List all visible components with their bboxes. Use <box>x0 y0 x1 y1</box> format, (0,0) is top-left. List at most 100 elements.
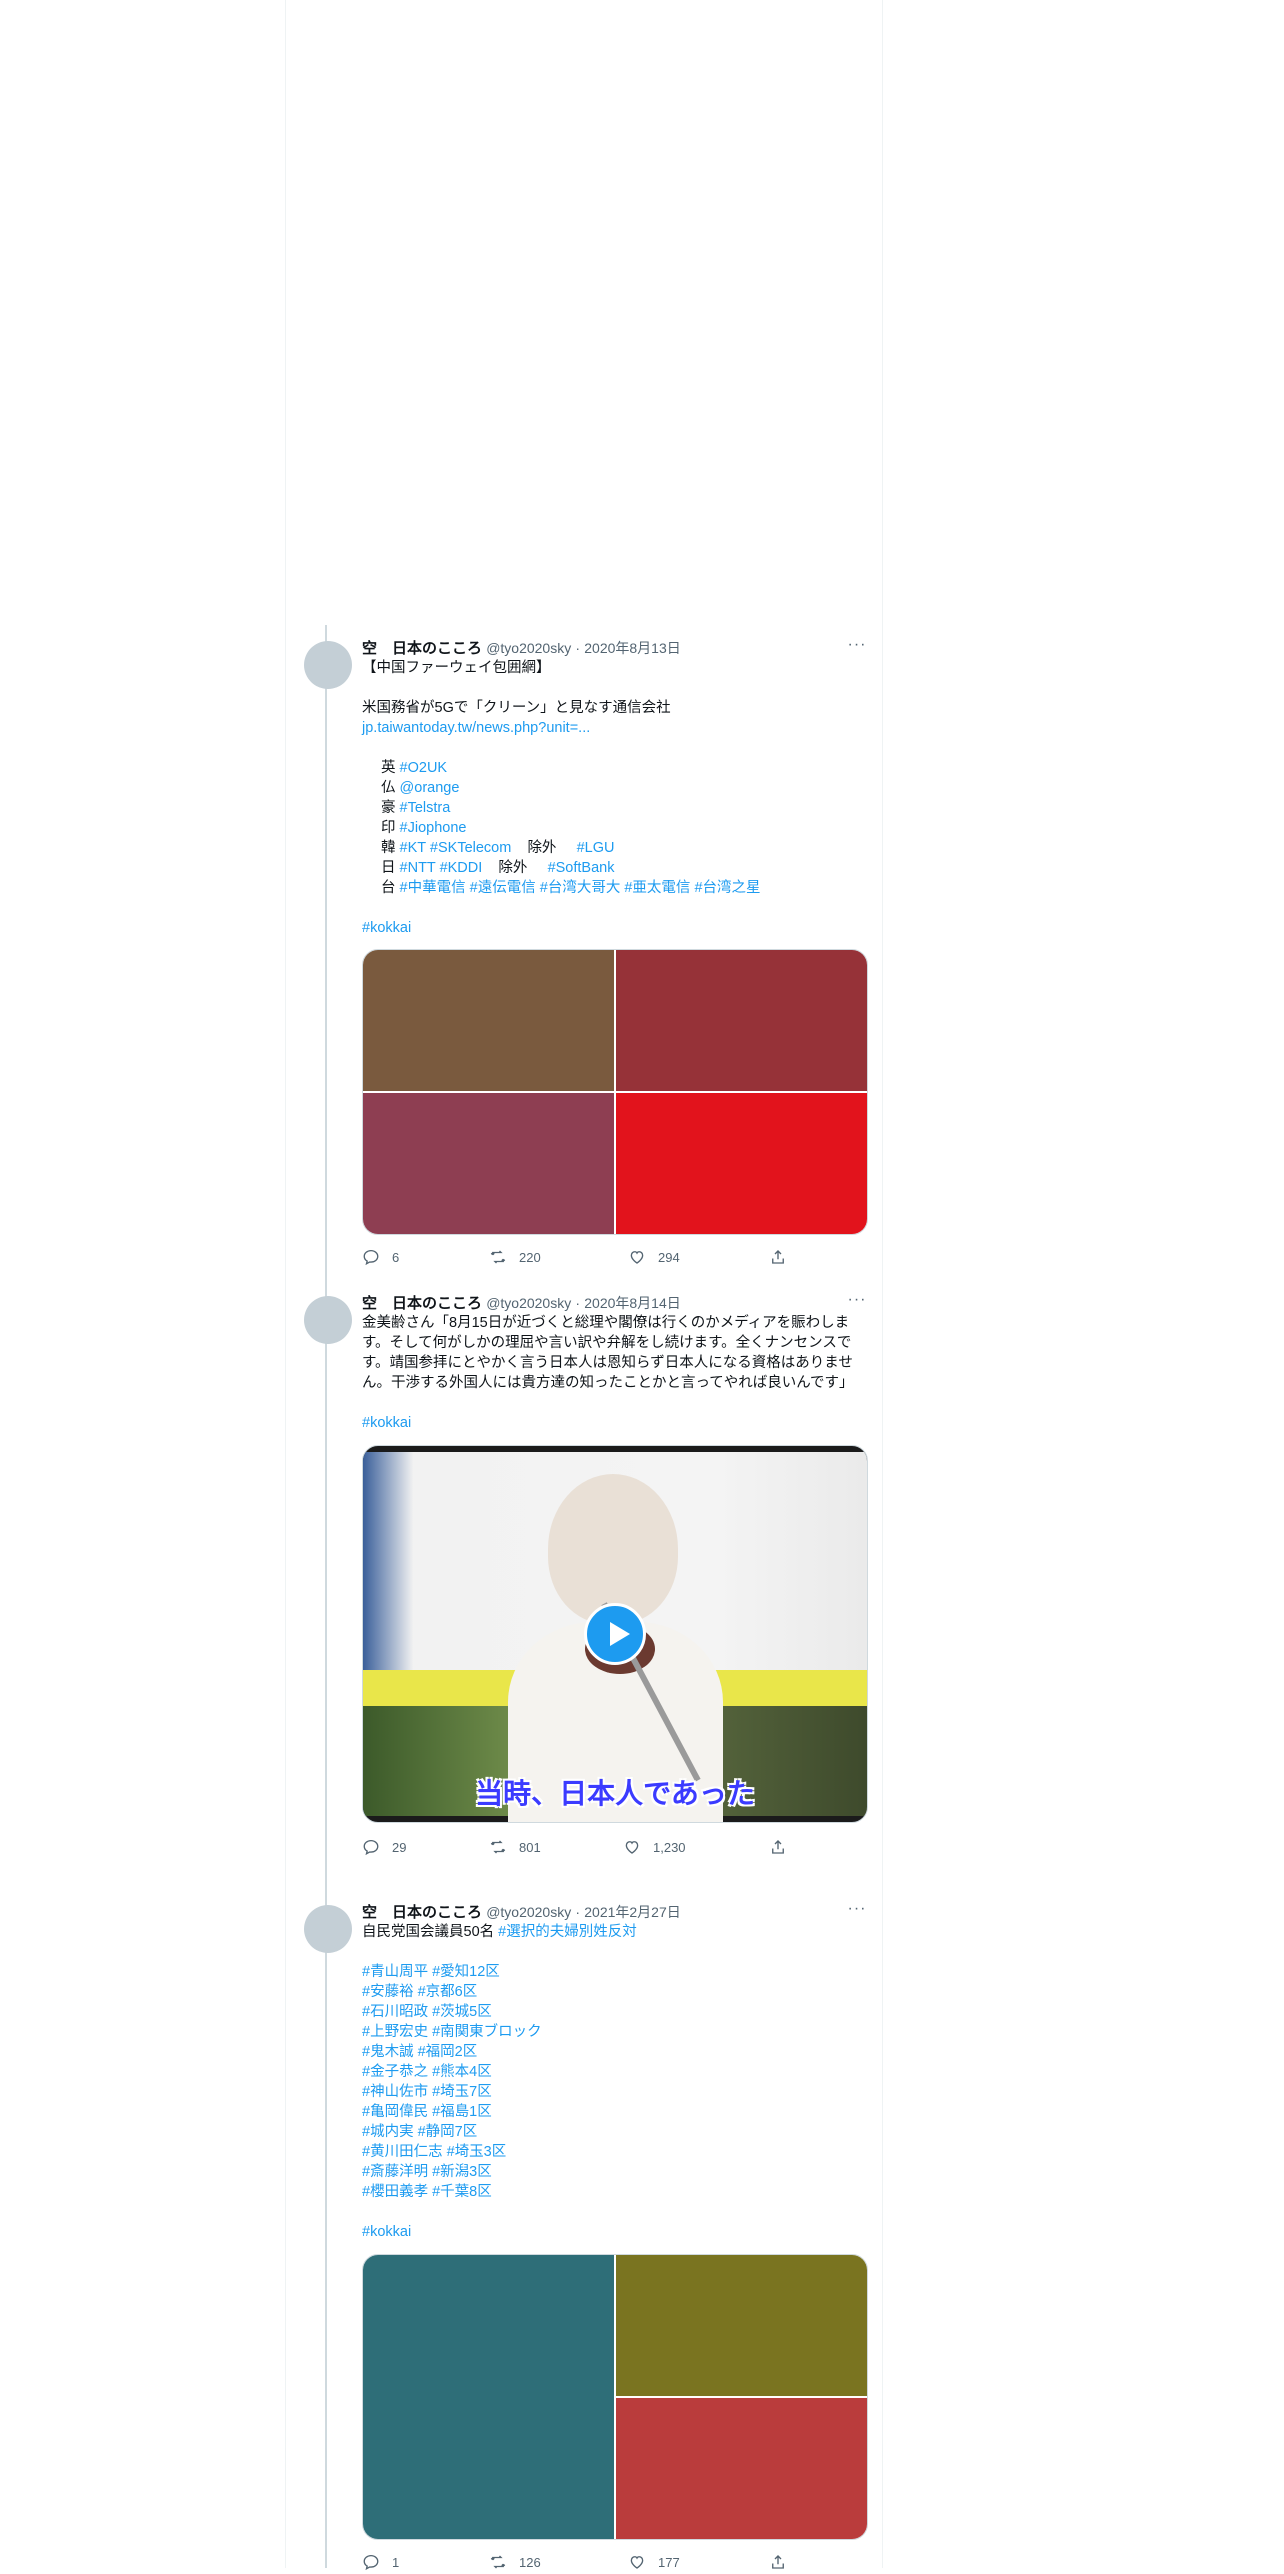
hashtag-link[interactable]: #遠伝電信 <box>470 880 536 896</box>
hashtag-link[interactable]: #南関東ブロック <box>432 2024 542 2040</box>
hashtag-link[interactable]: #城内実 <box>362 2124 414 2140</box>
hashtag-link[interactable]: #新潟3区 <box>432 2164 492 2180</box>
tweet-date[interactable]: 2020年8月13日 <box>584 640 681 656</box>
hashtag-link[interactable]: #台湾之星 <box>694 880 760 896</box>
country-label: 台 <box>381 880 396 896</box>
tweet[interactable]: 空 日本のこころ @tyo2020sky · 2020年8月14日 ··· 金美… <box>285 1291 883 1881</box>
hashtag-link[interactable]: #上野宏史 <box>362 2024 428 2040</box>
hashtag-link[interactable]: #O2UK <box>400 760 448 776</box>
share-button[interactable] <box>769 1835 787 1859</box>
hashtag-link[interactable]: #安藤裕 <box>362 1984 414 2000</box>
reply-button[interactable]: 6 <box>362 1245 399 1269</box>
hashtag-link[interactable]: #LGU <box>577 840 615 856</box>
media-image[interactable] <box>616 950 867 1091</box>
tweet[interactable]: 空 日本のこころ @tyo2020sky · 2021年2月27日 ··· 自民… <box>285 1900 883 2571</box>
hashtag-link[interactable]: #KDDI <box>440 860 483 876</box>
hashtag-link[interactable]: #kokkai <box>362 1413 867 1433</box>
hashtag-link[interactable]: #櫻田義孝 <box>362 2184 428 2200</box>
author-handle[interactable]: @tyo2020sky <box>486 1295 571 1311</box>
country-label: 韓 <box>381 840 396 856</box>
tweet-actions: 29 801 1,230 <box>362 1835 867 1859</box>
tweet-date[interactable]: 2020年8月14日 <box>584 1295 681 1311</box>
hashtag-link[interactable]: #亀岡偉民 <box>362 2104 428 2120</box>
hashtag-link[interactable]: #茨城5区 <box>432 2004 492 2020</box>
retweet-button[interactable]: 220 <box>489 1245 541 1269</box>
hashtag-link[interactable]: #石川昭政 <box>362 2004 428 2020</box>
hashtag-link[interactable]: #京都6区 <box>418 1984 478 2000</box>
hashtag-link[interactable]: #SKTelecom <box>430 840 511 856</box>
hashtag-link[interactable]: #金子恭之 <box>362 2064 428 2080</box>
author-name[interactable]: 空 日本のこころ <box>362 640 482 657</box>
carrier-row: 印 #Jiophone <box>362 818 867 838</box>
hashtag-link[interactable]: #埼玉3区 <box>447 2144 507 2160</box>
hashtag-link[interactable]: #青山周平 <box>362 1964 428 1980</box>
hashtag-link[interactable]: #神山佐市 <box>362 2084 428 2100</box>
hashtag-link[interactable]: #中華電信 <box>400 880 466 896</box>
tweet[interactable]: 空 日本のこころ @tyo2020sky · 2020年8月13日 ··· 【中… <box>285 636 883 1278</box>
media-image[interactable] <box>616 1093 867 1234</box>
mention-link[interactable]: @orange <box>400 780 460 796</box>
hashtag-link[interactable]: #NTT <box>400 860 436 876</box>
separator-dot: · <box>575 1904 581 1920</box>
avatar[interactable] <box>304 641 352 689</box>
like-button[interactable]: 294 <box>628 1245 680 1269</box>
member-row: #上野宏史 #南関東ブロック <box>362 2022 867 2042</box>
hashtag-link[interactable]: #kokkai <box>362 918 867 938</box>
avatar[interactable] <box>304 1905 352 1953</box>
external-link[interactable]: jp.taiwantoday.tw/news.php?unit=... <box>362 718 867 738</box>
hashtag-link[interactable]: #静岡7区 <box>418 2124 478 2140</box>
hashtag-link[interactable]: #福島1区 <box>432 2104 492 2120</box>
hashtag-link[interactable]: #鬼木誠 <box>362 2044 414 2060</box>
media-image[interactable] <box>616 2255 867 2396</box>
member-row: #櫻田義孝 #千葉8区 <box>362 2182 867 2202</box>
more-options-icon[interactable]: ··· <box>847 1291 867 1311</box>
video-player[interactable]: 当時、日本人であった <box>362 1445 868 1823</box>
hashtag-link[interactable]: #愛知12区 <box>432 1964 500 1980</box>
tweet-date[interactable]: 2021年2月27日 <box>584 1904 681 1920</box>
reply-count: 6 <box>392 1249 400 1265</box>
hashtag-link[interactable]: #亜太電信 <box>624 880 690 896</box>
more-options-icon[interactable]: ··· <box>847 1900 867 1920</box>
hashtag-link[interactable]: #斎藤洋明 <box>362 2164 428 2180</box>
author-name[interactable]: 空 日本のこころ <box>362 1295 482 1312</box>
media-grid[interactable] <box>362 949 868 1235</box>
hashtag-link[interactable]: #台湾大哥大 <box>540 880 621 896</box>
hashtag-link[interactable]: #熊本4区 <box>432 2064 492 2080</box>
media-image[interactable] <box>363 1093 614 1234</box>
member-row: #城内実 #静岡7区 <box>362 2122 867 2142</box>
hashtag-link[interactable]: #kokkai <box>362 2222 867 2242</box>
media-image[interactable] <box>363 950 614 1091</box>
media-image[interactable] <box>616 2398 867 2539</box>
hashtag-link[interactable]: #福岡2区 <box>418 2044 478 2060</box>
avatar[interactable] <box>304 1296 352 1344</box>
reply-icon <box>363 1249 379 1266</box>
reply-button[interactable]: 1 <box>362 2550 399 2574</box>
hashtag-link[interactable]: #選択的夫婦別姓反対 <box>498 1924 637 1940</box>
media-grid[interactable] <box>362 2254 868 2540</box>
play-icon[interactable] <box>584 1603 646 1665</box>
retweet-button[interactable]: 801 <box>489 1835 541 1859</box>
carrier-row: 英 #O2UK <box>362 758 867 778</box>
share-button[interactable] <box>769 1245 787 1269</box>
hashtag-link[interactable]: #千葉8区 <box>432 2184 492 2200</box>
hashtag-link[interactable]: #Telstra <box>400 800 451 816</box>
like-count: 177 <box>658 2554 680 2570</box>
author-handle[interactable]: @tyo2020sky <box>486 1904 571 1920</box>
hashtag-link[interactable]: #Jiophone <box>400 820 467 836</box>
hashtag-link[interactable]: #SoftBank <box>548 860 615 876</box>
hashtag-link[interactable]: #埼玉7区 <box>432 2084 492 2100</box>
share-button[interactable] <box>769 2550 787 2574</box>
like-button[interactable]: 177 <box>628 2550 680 2574</box>
hashtag-link[interactable]: #黄川田仁志 <box>362 2144 443 2160</box>
hashtag-link[interactable]: #KT <box>400 840 426 856</box>
exclude-label: 除外 <box>527 840 557 856</box>
more-options-icon[interactable]: ··· <box>847 636 867 656</box>
tweet-header: 空 日本のこころ @tyo2020sky · 2020年8月14日 ··· <box>362 1291 867 1313</box>
reply-button[interactable]: 29 <box>362 1835 406 1859</box>
like-button[interactable]: 1,230 <box>623 1835 686 1859</box>
author-handle[interactable]: @tyo2020sky <box>486 640 571 656</box>
media-image[interactable] <box>363 2255 614 2539</box>
tweet-header: 空 日本のこころ @tyo2020sky · 2021年2月27日 ··· <box>362 1900 867 1922</box>
author-name[interactable]: 空 日本のこころ <box>362 1904 482 1921</box>
retweet-button[interactable]: 126 <box>489 2550 541 2574</box>
